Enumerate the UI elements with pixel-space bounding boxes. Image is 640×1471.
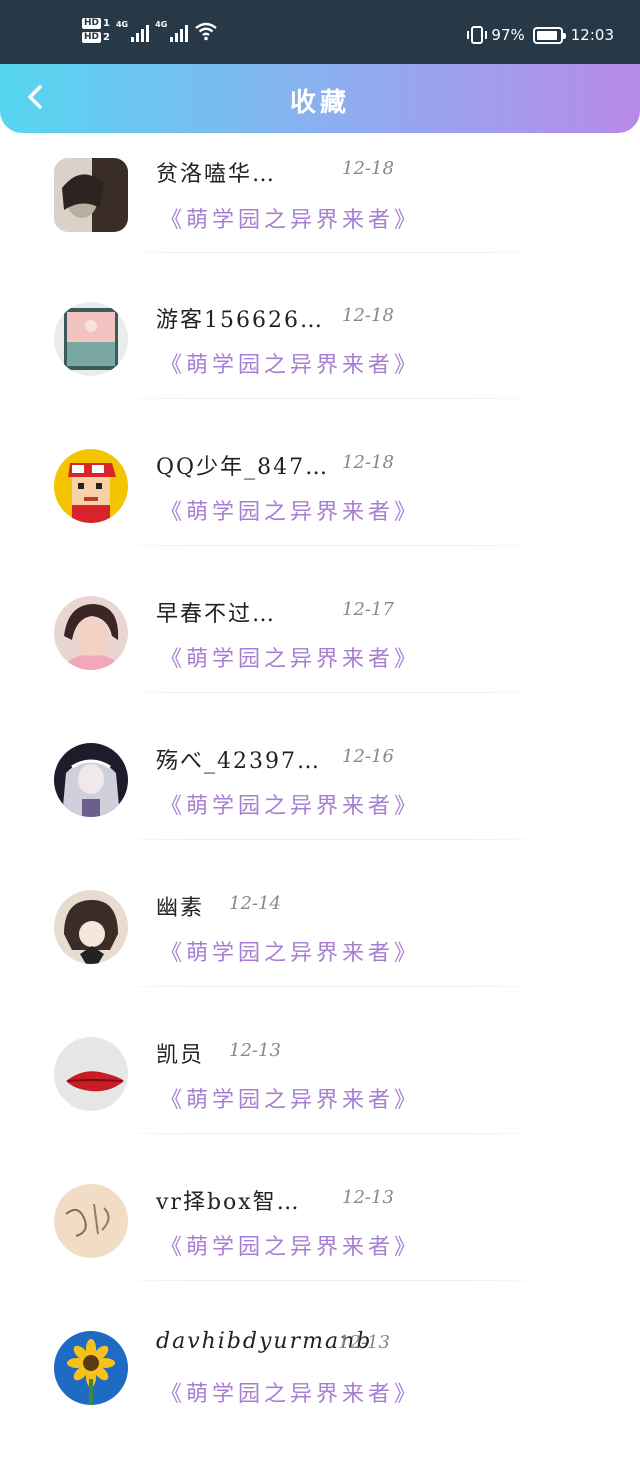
divider <box>110 252 550 253</box>
divider <box>110 545 550 546</box>
work-title[interactable]: 《萌学园之异界来者》 <box>160 202 420 234</box>
signal-1-icon: 4G <box>116 20 150 42</box>
date: 12-13 <box>342 1187 394 1208</box>
work-title[interactable]: 《萌学园之异界来者》 <box>160 788 420 820</box>
wifi-icon <box>195 22 218 40</box>
divider <box>110 398 550 399</box>
list-item[interactable]: 游客156626… 12-18 《萌学园之异界来者》 <box>0 295 640 442</box>
user-name: 殇べ_42397… <box>156 749 321 774</box>
favorites-list: 贫洛嗑华… 12-18 《萌学园之异界来者》 游客156626… 12-18 《… <box>0 148 640 1471</box>
user-name: 贫洛嗑华… <box>156 162 277 187</box>
date: 12-18 <box>342 158 394 179</box>
avatar[interactable] <box>54 302 128 376</box>
user-name: 幽素 <box>156 896 205 921</box>
hd1-indicator: HD 1 <box>82 18 110 29</box>
date: 12-16 <box>342 746 394 767</box>
divider <box>110 839 550 840</box>
list-item[interactable]: QQ少年_847… 12-18 《萌学园之异界来者》 <box>0 442 640 589</box>
list-item[interactable]: 早春不过… 12-17 《萌学园之异界来者》 <box>0 589 640 736</box>
date: 12-13 <box>338 1332 390 1353</box>
vibrate-icon <box>467 26 488 44</box>
work-title[interactable]: 《萌学园之异界来者》 <box>160 935 420 967</box>
signal-2-icon: 4G <box>155 20 189 42</box>
clock: 12:03 <box>570 26 614 44</box>
user-name: 凯员 <box>156 1043 205 1068</box>
user-name: vr择box智… <box>156 1190 301 1215</box>
hd2-indicator: HD 2 <box>82 32 110 43</box>
work-title[interactable]: 《萌学园之异界来者》 <box>160 641 420 673</box>
divider <box>110 1280 550 1281</box>
user-name: 早春不过… <box>156 602 277 627</box>
avatar[interactable] <box>54 1331 128 1405</box>
avatar[interactable] <box>54 449 128 523</box>
date: 12-17 <box>342 599 394 620</box>
work-title[interactable]: 《萌学园之异界来者》 <box>160 1229 420 1261</box>
date: 12-13 <box>229 1040 281 1061</box>
list-item[interactable]: vr择box智… 12-13 《萌学园之异界来者》 <box>0 1177 640 1324</box>
app-header: 收藏 <box>0 64 640 133</box>
work-title[interactable]: 《萌学园之异界来者》 <box>160 347 420 379</box>
divider <box>110 692 550 693</box>
battery-percent: 97% <box>491 26 525 44</box>
list-item[interactable]: 殇べ_42397… 12-16 《萌学园之异界来者》 <box>0 736 640 883</box>
avatar[interactable] <box>54 1184 128 1258</box>
status-bar: HD 1 HD 2 4G 4G 97% 12:03 <box>0 0 640 64</box>
user-name: 游客156626… <box>156 308 324 333</box>
divider <box>110 1133 550 1134</box>
list-item[interactable]: davhibdyurmanb 12-13 《萌学园之异界来者》 <box>0 1324 640 1471</box>
date: 12-18 <box>342 452 394 473</box>
date: 12-14 <box>229 893 281 914</box>
work-title[interactable]: 《萌学园之异界来者》 <box>160 494 420 526</box>
list-item[interactable]: 贫洛嗑华… 12-18 《萌学园之异界来者》 <box>0 148 640 295</box>
avatar[interactable] <box>54 158 128 232</box>
list-item[interactable]: 凯员 12-13 《萌学园之异界来者》 <box>0 1030 640 1177</box>
user-name: QQ少年_847… <box>156 455 330 480</box>
avatar[interactable] <box>54 596 128 670</box>
avatar[interactable] <box>54 743 128 817</box>
avatar[interactable] <box>54 890 128 964</box>
divider <box>110 986 550 987</box>
list-item[interactable]: 幽素 12-14 《萌学园之异界来者》 <box>0 883 640 1030</box>
avatar[interactable] <box>54 1037 128 1111</box>
work-title[interactable]: 《萌学园之异界来者》 <box>160 1082 420 1114</box>
work-title[interactable]: 《萌学园之异界来者》 <box>160 1376 420 1408</box>
page-title: 收藏 <box>289 88 350 118</box>
date: 12-18 <box>342 305 394 326</box>
battery-icon <box>532 26 566 44</box>
